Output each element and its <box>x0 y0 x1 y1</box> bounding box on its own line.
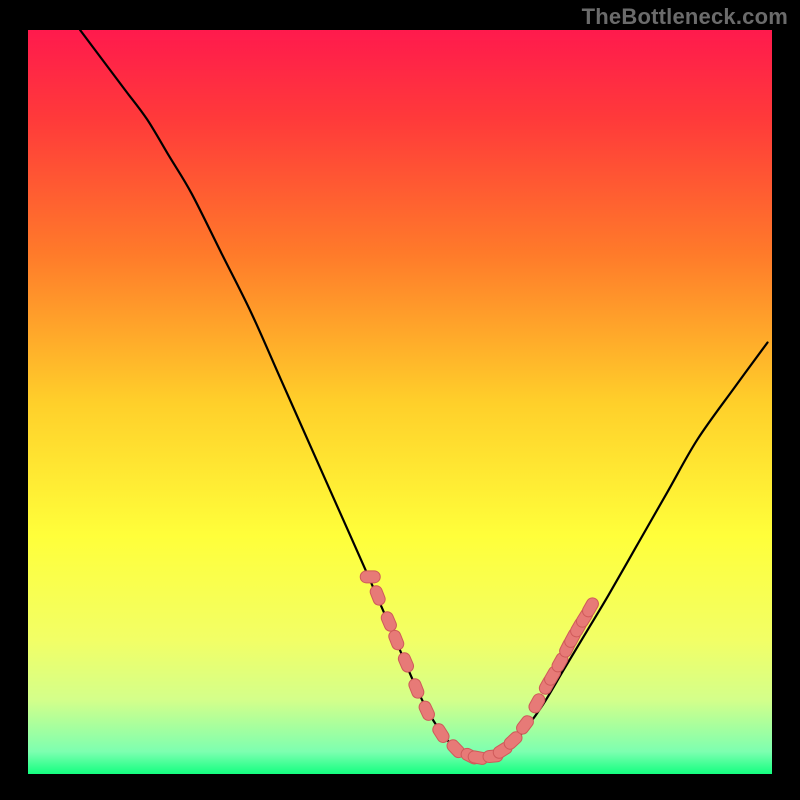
marker-point <box>360 571 380 583</box>
plot-area <box>28 30 772 774</box>
watermark-text: TheBottleneck.com <box>582 4 788 30</box>
chart-svg <box>28 30 772 774</box>
chart-frame: TheBottleneck.com <box>0 0 800 800</box>
